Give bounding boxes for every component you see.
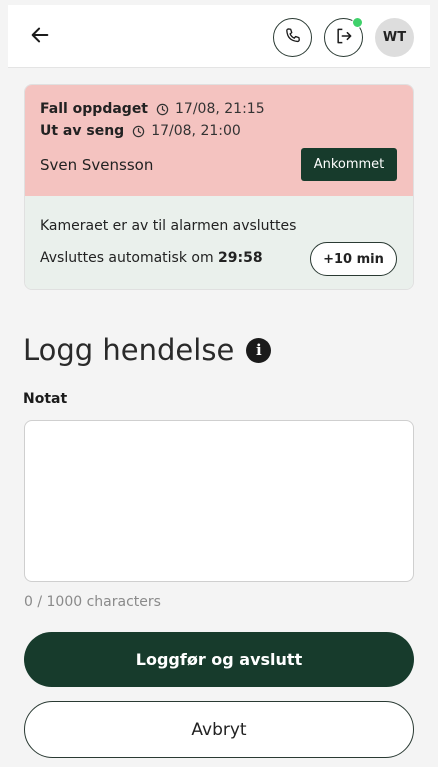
auto-close-prefix: Avsluttes automatisk om — [40, 250, 214, 266]
auto-close-countdown: 29:58 — [218, 250, 263, 266]
alarm-card: Fall oppdaget 17/08, 21:15 Ut av seng 17… — [24, 84, 414, 290]
character-counter: 0 / 1000 characters — [24, 594, 161, 610]
online-status-dot — [352, 17, 363, 28]
arrived-button[interactable]: Ankommet — [301, 148, 397, 181]
event-time: 17/08, 21:00 — [151, 123, 241, 139]
auto-close-text: Avsluttes automatisk om 29:58 — [40, 250, 263, 266]
event-label: Ut av seng — [40, 123, 125, 139]
call-button[interactable] — [273, 18, 312, 57]
extend-time-button[interactable]: +10 min — [310, 242, 397, 276]
event-time: 17/08, 21:15 — [175, 101, 265, 117]
note-field[interactable] — [24, 420, 414, 582]
phone-icon — [283, 26, 303, 50]
top-bar: WT — [8, 5, 430, 68]
alarm-summary: Fall oppdaget 17/08, 21:15 Ut av seng 17… — [25, 85, 413, 196]
event-label: Fall oppdaget — [40, 101, 149, 117]
alarm-status: Kameraet er av til alarmen avsluttes Avs… — [25, 196, 413, 289]
exit-icon — [334, 26, 354, 50]
back-button[interactable] — [26, 23, 54, 51]
page-title: Logg hendelse — [23, 333, 235, 367]
log-and-close-button[interactable]: Loggfør og avslutt — [24, 632, 414, 687]
clock-icon — [156, 103, 169, 116]
camera-status-text: Kameraet er av til alarmen avsluttes — [40, 218, 297, 234]
event-fall-detected: Fall oppdaget 17/08, 21:15 — [40, 101, 265, 117]
avatar[interactable]: WT — [375, 18, 414, 57]
resident-name: Sven Svensson — [40, 156, 154, 174]
arrow-left-icon — [29, 24, 51, 50]
note-label: Notat — [23, 391, 68, 407]
log-section-title: Logg hendelse i — [23, 333, 272, 367]
event-out-of-bed: Ut av seng 17/08, 21:00 — [40, 123, 241, 139]
exit-button[interactable] — [324, 17, 363, 57]
cancel-button[interactable]: Avbryt — [24, 701, 414, 758]
clock-icon — [132, 125, 145, 138]
info-icon[interactable]: i — [246, 337, 272, 363]
